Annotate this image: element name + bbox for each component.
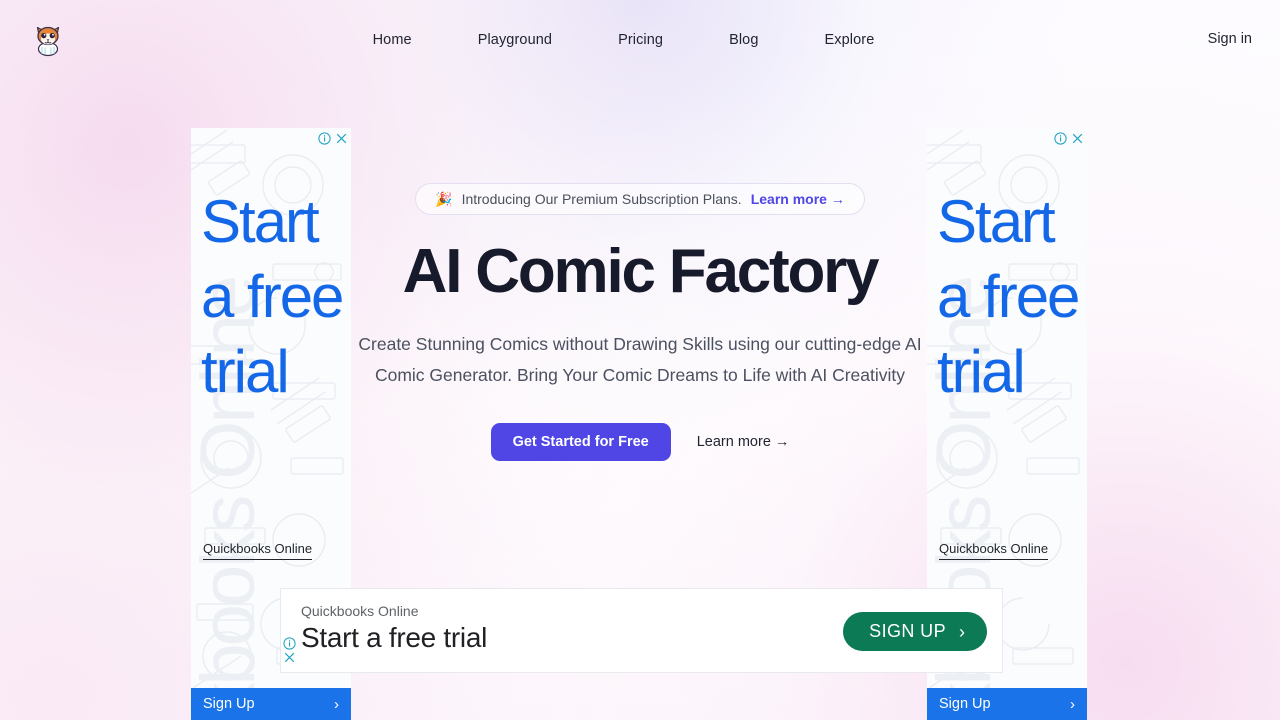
bottom-banner-ad[interactable]: Quickbooks Online Start a free trial SIG…: [280, 588, 1003, 673]
nav-item-explore[interactable]: Explore: [825, 24, 875, 56]
banner-signup-button[interactable]: SIGN UP ›: [843, 612, 987, 651]
site-header: Home Playground Pricing Blog Explore Sig…: [0, 0, 1280, 80]
ad-signup-label: Sign Up: [939, 696, 991, 712]
banner-signup-label: SIGN UP: [869, 621, 946, 641]
ad-info-icon[interactable]: [283, 637, 296, 650]
banner-ad-controls: [283, 637, 296, 663]
hero-subtitle: Create Stunning Comics without Drawing S…: [358, 334, 922, 385]
get-started-button[interactable]: Get Started for Free: [490, 423, 671, 461]
ad-headline: Start a free trial: [937, 188, 1080, 405]
ad-controls-left: [318, 132, 347, 145]
nav-item-home[interactable]: Home: [373, 24, 412, 56]
chevron-right-icon: ›: [334, 695, 339, 713]
nav-item-playground[interactable]: Playground: [478, 24, 552, 56]
hero-cta-row: Get Started for Free Learn more →: [490, 423, 790, 461]
ad-info-icon[interactable]: [318, 132, 331, 145]
ad-controls-right: [1054, 132, 1083, 145]
ad-signup-label: Sign Up: [203, 696, 255, 712]
ad-headline: Start a free trial: [201, 188, 344, 405]
ad-signup-button[interactable]: Sign Up ›: [927, 688, 1087, 720]
nav-item-blog[interactable]: Blog: [729, 24, 758, 56]
ad-info-icon[interactable]: [1054, 132, 1067, 145]
hero-learn-more-link[interactable]: Learn more →: [697, 434, 790, 450]
banner-ad-headline: Start a free trial: [301, 622, 488, 653]
ad-brand-label: Quickbooks Online: [203, 541, 313, 560]
party-popper-emoji: 🎉: [435, 191, 453, 207]
ad-close-icon[interactable]: [336, 133, 347, 144]
main-navigation: Home Playground Pricing Blog Explore: [0, 0, 1280, 80]
ad-brand-label: Quickbooks Online: [939, 541, 1049, 560]
page-title: AI Comic Factory: [402, 237, 880, 306]
nav-item-pricing[interactable]: Pricing: [618, 24, 663, 56]
announcement-text: Introducing Our Premium Subscription Pla…: [461, 191, 742, 207]
ad-close-icon[interactable]: [1072, 133, 1083, 144]
announcement-banner[interactable]: 🎉 Introducing Our Premium Subscription P…: [415, 183, 865, 215]
chevron-right-icon: ›: [1070, 695, 1075, 713]
sign-in-link[interactable]: Sign in: [1208, 31, 1252, 47]
ad-signup-button[interactable]: Sign Up ›: [191, 688, 351, 720]
chevron-right-icon: ›: [959, 621, 965, 642]
ad-close-icon[interactable]: [284, 652, 295, 663]
banner-ad-brand: Quickbooks Online: [301, 603, 419, 619]
announcement-learn-more-link[interactable]: Learn more →: [751, 191, 845, 207]
